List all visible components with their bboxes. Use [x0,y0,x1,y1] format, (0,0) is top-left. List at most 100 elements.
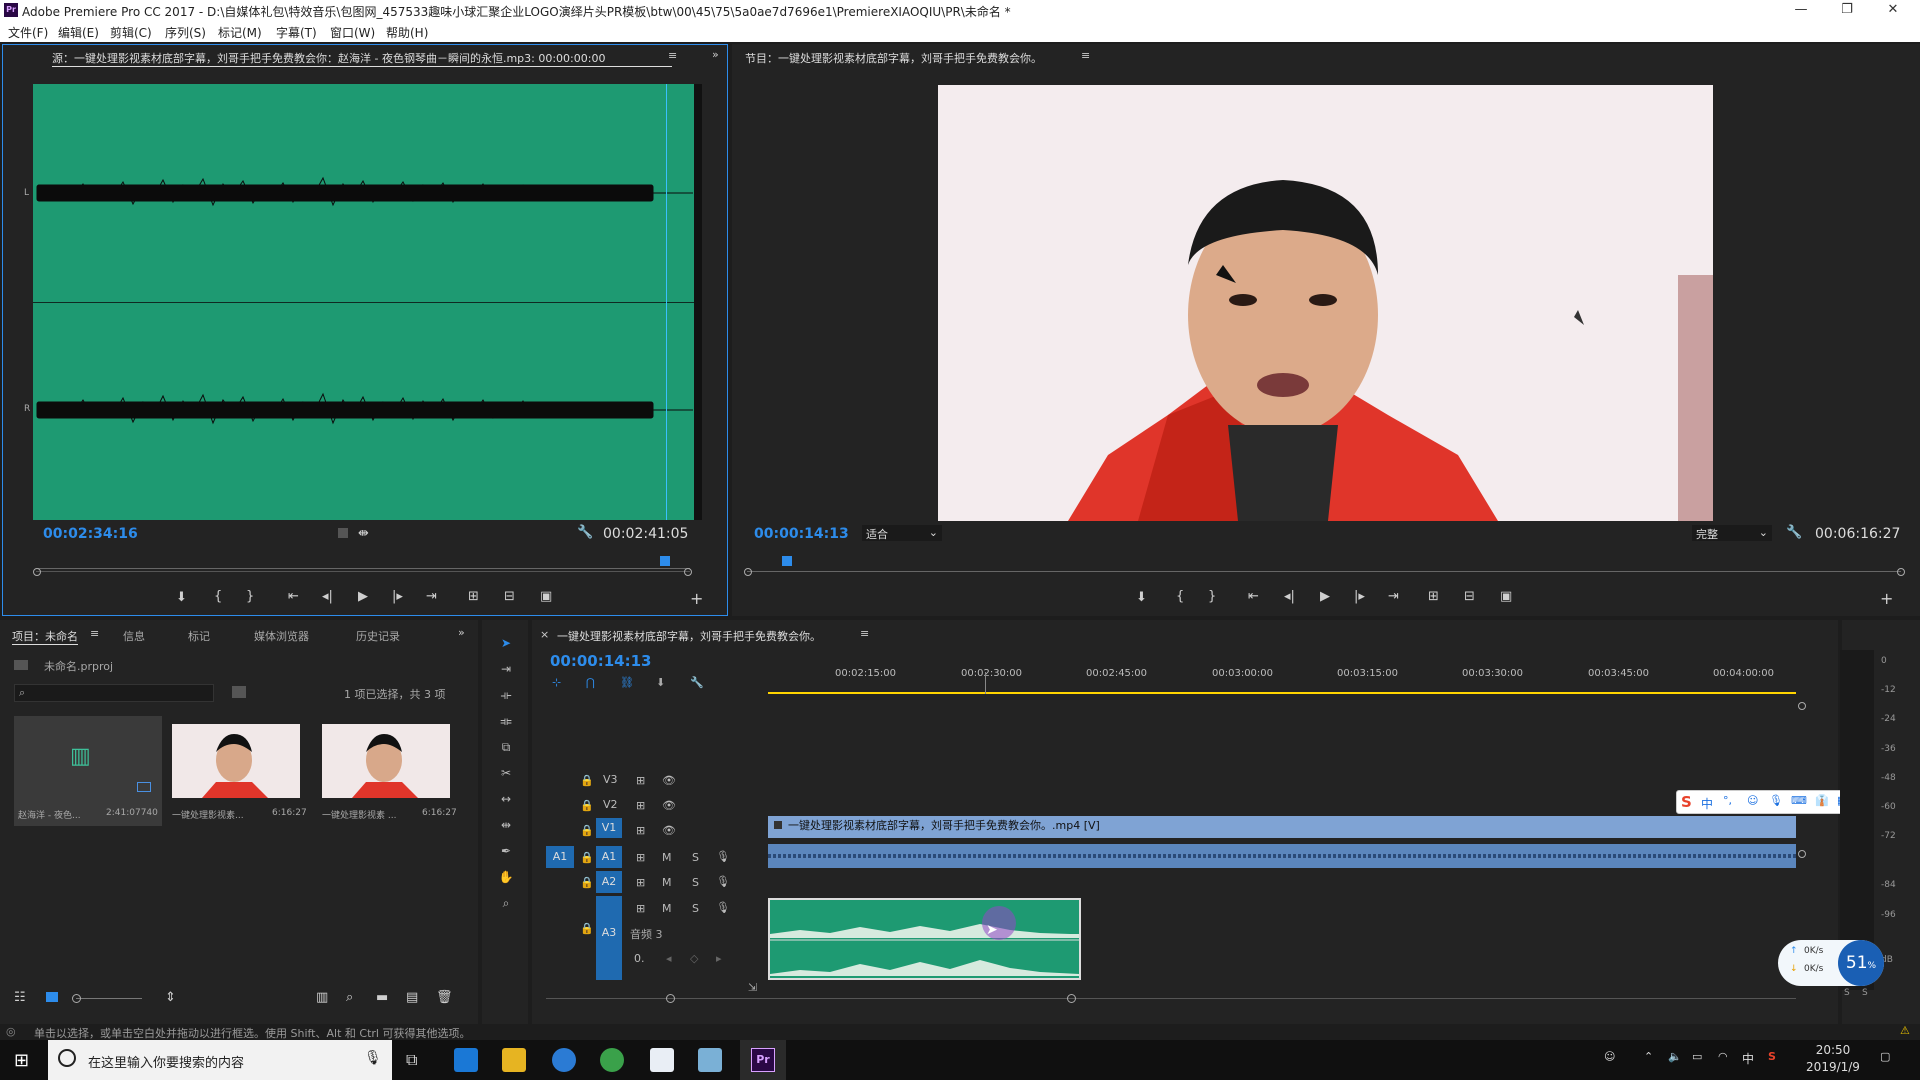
menu-edit[interactable]: 编辑(E) [58,24,99,41]
find-icon[interactable]: ⌕ [346,990,353,1005]
maximize-button[interactable]: ❐ [1824,0,1870,20]
net-speed-widget[interactable]: ↑ 0K/s ↓ 0K/s 51% [1778,940,1884,986]
project-item-audio[interactable]: ▥ 赵海洋 - 夜色... 2:41:07740 [14,716,162,826]
linked-selection-icon[interactable]: ⛓ [620,676,634,689]
ime-lang-toggle[interactable]: 中 [1701,795,1713,812]
program-panel-menu-icon[interactable]: ≡ [1081,49,1090,62]
menu-help[interactable]: 帮助(H) [386,24,428,41]
action-center-icon[interactable]: ▢ [1880,1050,1890,1063]
minimize-button[interactable]: — [1778,0,1824,20]
vertical-zoom-handle-icon[interactable] [1798,702,1806,710]
program-video-frame[interactable] [938,85,1713,521]
track-select-tool-icon[interactable]: ⇥ [497,662,515,680]
source-mark-in-icon[interactable]: { [214,589,222,604]
source-zoom-handles[interactable] [33,568,692,576]
meter-solo-right[interactable]: S [1862,988,1868,998]
track-label-v3[interactable]: V3 [603,773,618,786]
program-current-timecode[interactable]: 00:00:14:13 [754,526,849,542]
mute-button[interactable]: M [662,876,672,889]
project-item-video-1[interactable]: 一键处理影视素... 6:16:27 [168,716,308,826]
source-step-back-icon[interactable]: ◂| [322,589,333,604]
source-play-icon[interactable]: ▶ [358,589,368,604]
battery-icon[interactable]: ▭ [1692,1050,1702,1063]
source-go-to-in-icon[interactable]: ⇤ [288,589,299,604]
tray-expand-icon[interactable]: ⌃ [1644,1050,1653,1063]
wifi-icon[interactable]: ◠ [1718,1050,1728,1063]
menu-marker[interactable]: 标记(M) [218,24,262,41]
program-quality-dropdown[interactable]: 完整 ⌄ [1692,525,1772,541]
lock-icon[interactable]: 🔒 [580,799,594,812]
close-button[interactable]: ✕ [1870,0,1916,20]
add-keyframe-icon[interactable]: ◇ [690,952,698,965]
track-label-a3[interactable]: A3 [596,896,622,980]
microphone-icon[interactable]: 🎙 [364,1050,382,1066]
add-marker-icon[interactable]: ⬇ [656,676,665,689]
toggle-sync-lock-icon[interactable]: ⊞ [636,902,645,915]
warning-icon[interactable]: ⚠ [1900,1024,1910,1037]
taskbar-search-box[interactable]: 在这里输入你要搜索的内容 🎙 [48,1040,392,1080]
rate-stretch-tool-icon[interactable]: ⧉ [497,740,515,758]
program-export-frame-icon[interactable]: ▣ [1500,589,1512,604]
source-go-to-out-icon[interactable]: ⇥ [426,589,437,604]
selection-tool-icon[interactable]: ➤ [497,636,515,654]
pen-tool-icon[interactable]: ✒ [497,844,515,862]
toggle-sync-lock-icon[interactable]: ⊞ [636,774,645,787]
tab-info[interactable]: 信息 [123,628,145,644]
program-go-to-in-icon[interactable]: ⇤ [1248,589,1259,604]
lock-icon[interactable]: 🔒 [580,876,594,889]
program-extract-icon[interactable]: ⊟ [1464,589,1475,604]
source-drag-audio-icon[interactable]: ⇼ [358,526,369,541]
program-monitor-tab[interactable]: 节目：一键处理影视素材底部字幕，刘哥手把手免费教会你。 [745,50,1042,66]
tab-project[interactable]: 项目：未命名 [12,628,78,645]
source-insert-icon[interactable]: ⊞ [468,589,479,604]
timeline-sequence-tab[interactable]: 一键处理影视素材底部字幕，刘哥手把手免费教会你。 [557,628,821,644]
trash-icon[interactable]: 🗑 [436,990,453,1005]
source-settings-wrench-icon[interactable]: 🔧 [577,525,593,540]
zoom-handle-right-icon[interactable] [1897,568,1905,576]
source-panel-menu-icon[interactable]: ≡ [668,49,677,62]
lock-icon[interactable]: 🔒 [580,774,594,787]
menu-sequence[interactable]: 序列(S) [165,24,206,41]
program-step-back-icon[interactable]: ◂| [1284,589,1295,604]
icon-view-icon[interactable] [46,992,58,1002]
toggle-sync-lock-icon[interactable]: ⊞ [636,799,645,812]
zoom-tool-icon[interactable]: ⌕ [497,896,515,914]
track-label-v1[interactable]: V1 [596,818,622,838]
baidu-netdisk-icon[interactable] [650,1048,674,1072]
slider-handle-icon[interactable] [72,994,81,1003]
track-label-a2[interactable]: A2 [596,871,622,893]
work-area-bar[interactable] [768,692,1796,694]
source-drag-video-icon[interactable] [338,528,348,538]
emoji-icon[interactable]: ☺ [1747,794,1758,807]
solo-button[interactable]: S [692,851,699,864]
mute-button[interactable]: M [662,902,672,915]
thumbnail-size-slider[interactable] [72,994,142,1003]
eye-icon[interactable]: 👁 [662,824,676,837]
program-add-marker-icon[interactable]: ⬇ [1136,590,1147,605]
program-settings-wrench-icon[interactable]: 🔧 [1786,525,1802,540]
project-search-input[interactable]: ⌕ [14,684,214,702]
collapse-track-icon[interactable]: ⇲ [748,981,757,994]
timeline-settings-wrench-icon[interactable]: 🔧 [690,676,704,689]
voice-icon[interactable]: 🎙 [1769,794,1783,807]
program-step-forward-icon[interactable]: |▸ [1354,589,1365,604]
menu-clip[interactable]: 剪辑(C) [110,24,152,41]
track-label-v2[interactable]: V2 [603,798,618,811]
edge-browser-icon[interactable] [454,1048,478,1072]
sort-icon[interactable]: ⇕ [165,990,176,1005]
program-go-to-out-icon[interactable]: ⇥ [1388,589,1399,604]
lock-icon[interactable]: 🔒 [580,824,594,837]
source-step-forward-icon[interactable]: |▸ [392,589,403,604]
program-fit-dropdown[interactable]: 适合 ⌄ [862,525,942,541]
menu-title[interactable]: 字幕(T) [276,24,317,41]
skin-icon[interactable]: 👔 [1815,794,1829,807]
slip-tool-icon[interactable]: ↔ [497,792,515,810]
timeline-panel-menu-icon[interactable]: ≡ [860,627,869,640]
program-add-button-icon[interactable]: + [1880,589,1893,608]
source-patch-a1[interactable]: A1 [546,846,574,868]
razor-tool-icon[interactable]: ✂ [497,766,515,784]
volume-icon[interactable]: 🔈 [1668,1050,1682,1063]
tab-media-browser[interactable]: 媒体浏览器 [254,628,309,644]
source-scrollbar[interactable] [694,84,702,520]
windows-start-icon[interactable]: ⊞ [14,1050,29,1071]
